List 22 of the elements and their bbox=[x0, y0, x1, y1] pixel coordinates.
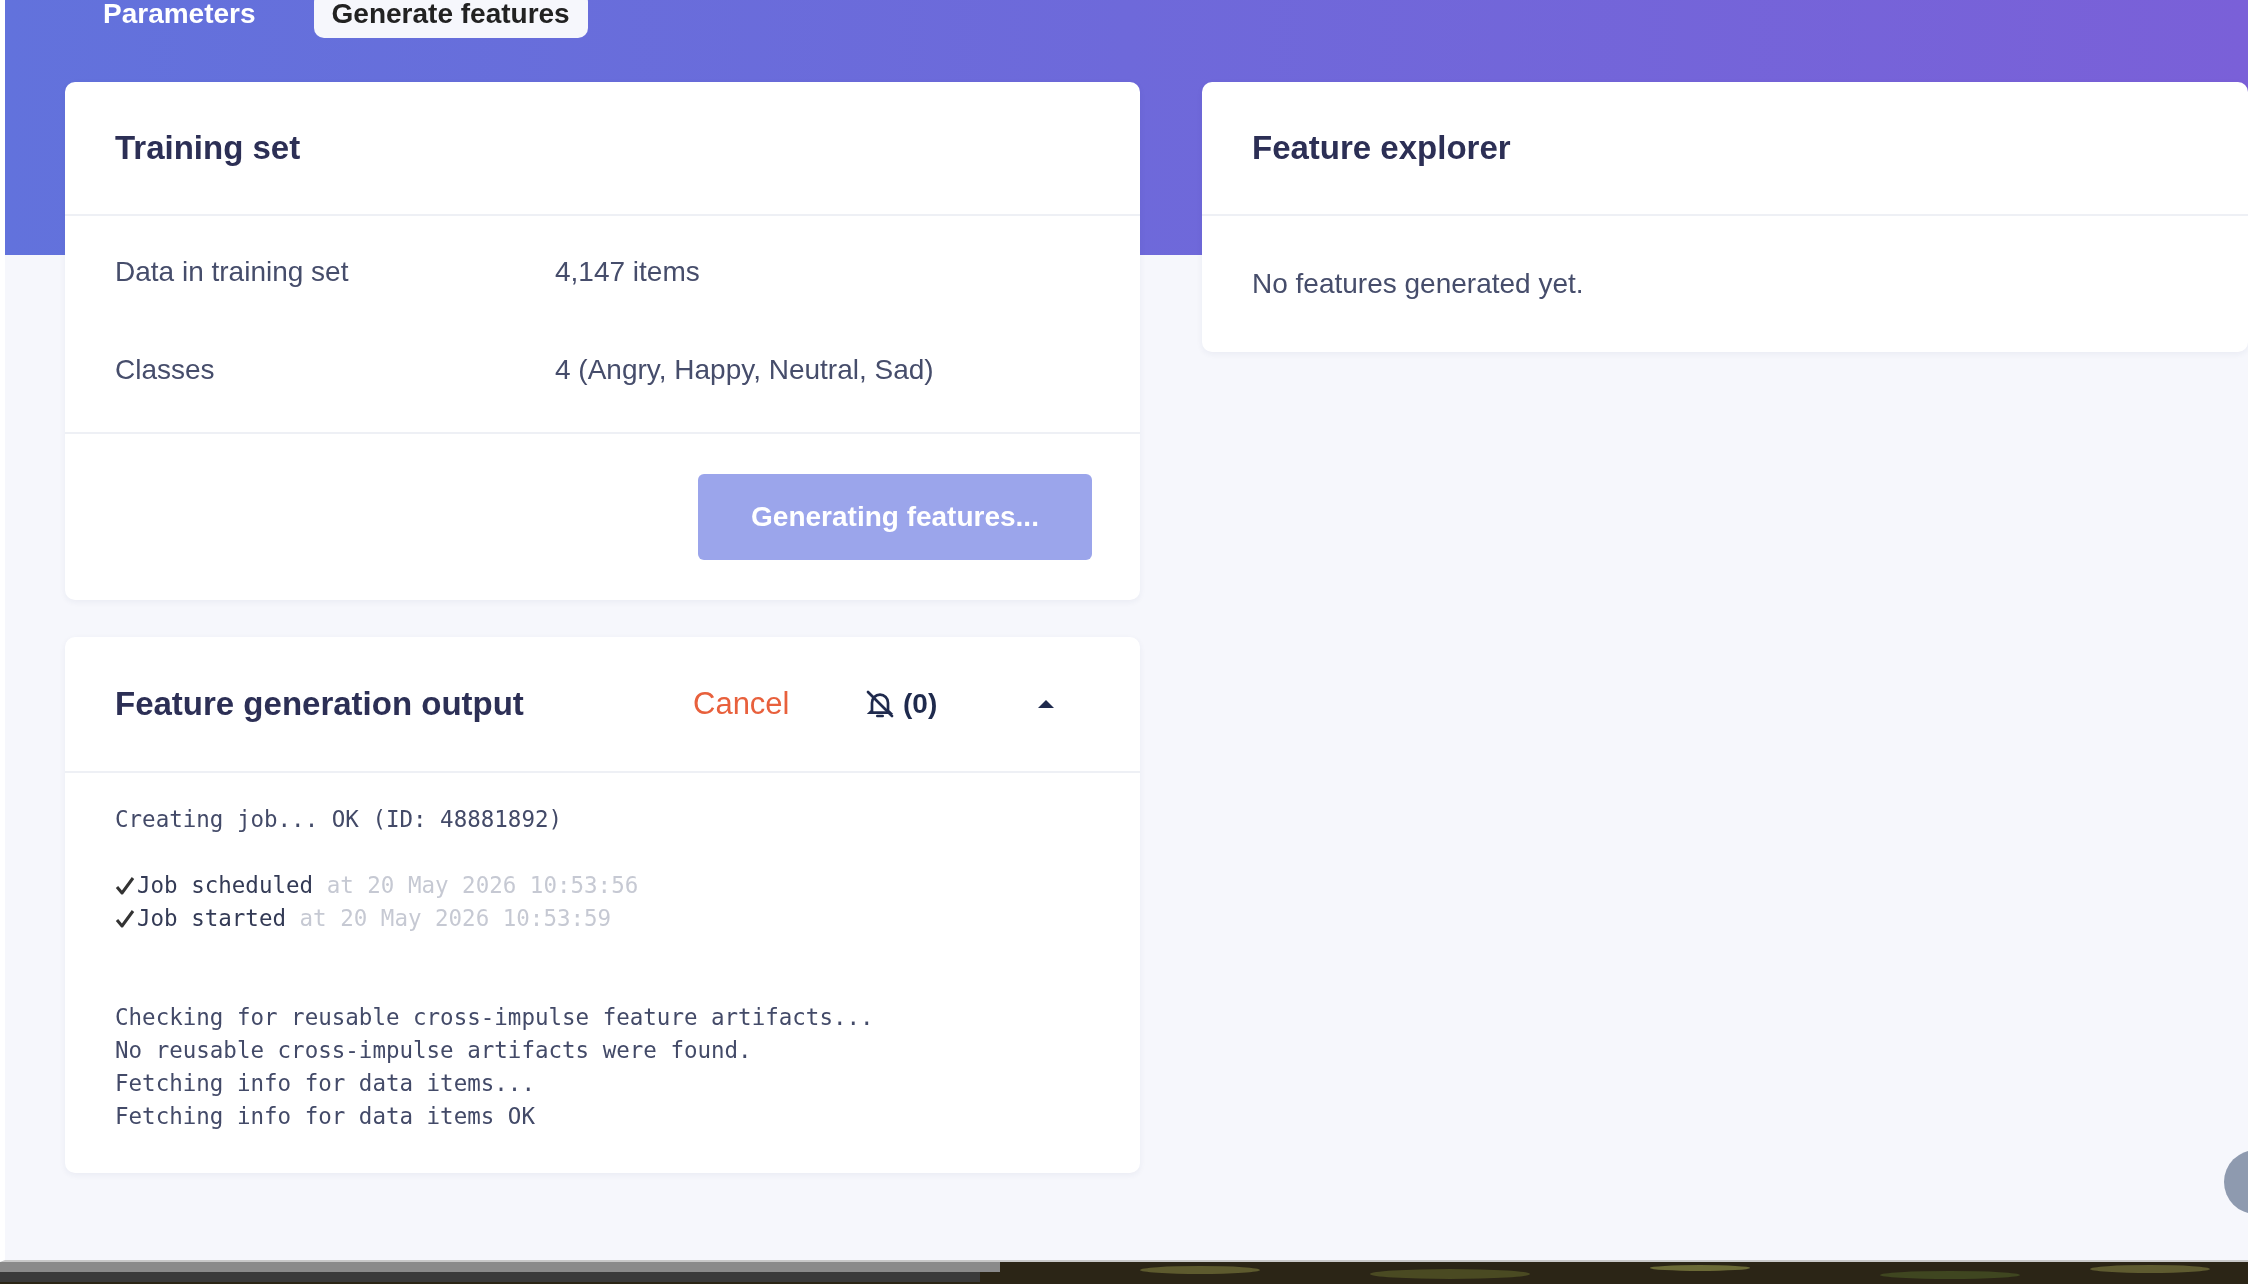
log-line: Fetching info for data items... bbox=[115, 1069, 536, 1098]
card-title: Feature explorer bbox=[1252, 129, 1511, 167]
log-line: Creating job... OK (ID: 48881892) bbox=[115, 805, 564, 834]
checkmark-icon bbox=[115, 875, 135, 896]
notifications-button[interactable]: (0) bbox=[863, 688, 1033, 720]
tab[interactable]: Parameters bbox=[85, 0, 274, 38]
caret-icon bbox=[1037, 698, 1055, 710]
checkmark-icon bbox=[115, 908, 135, 929]
cancel-link[interactable]: Cancel bbox=[693, 686, 863, 722]
log-line: Job scheduled at 20 May 2026 10:53:56 bbox=[137, 871, 639, 900]
row-label: Data in training set bbox=[115, 256, 350, 288]
log-line: No reusable cross-impulse artifacts were found. bbox=[115, 1036, 753, 1065]
row-label: Classes bbox=[115, 354, 216, 386]
card-title: Feature generation output bbox=[115, 685, 525, 723]
row-value: 4,147 items bbox=[555, 256, 700, 288]
card-title: Training set bbox=[115, 129, 301, 167]
empty-message: No features generated yet. bbox=[1252, 268, 1585, 300]
log-line: Checking for reusable cross-impulse feature artifacts... bbox=[115, 1003, 875, 1032]
log-line: Fetching info for data items OK bbox=[115, 1102, 536, 1131]
row-value: 4 (Angry, Happy, Neutral, Sad) bbox=[555, 354, 934, 386]
log-line: Job started at 20 May 2026 10:53:59 bbox=[137, 904, 612, 933]
tab[interactable]: Generate features bbox=[313, 0, 588, 38]
